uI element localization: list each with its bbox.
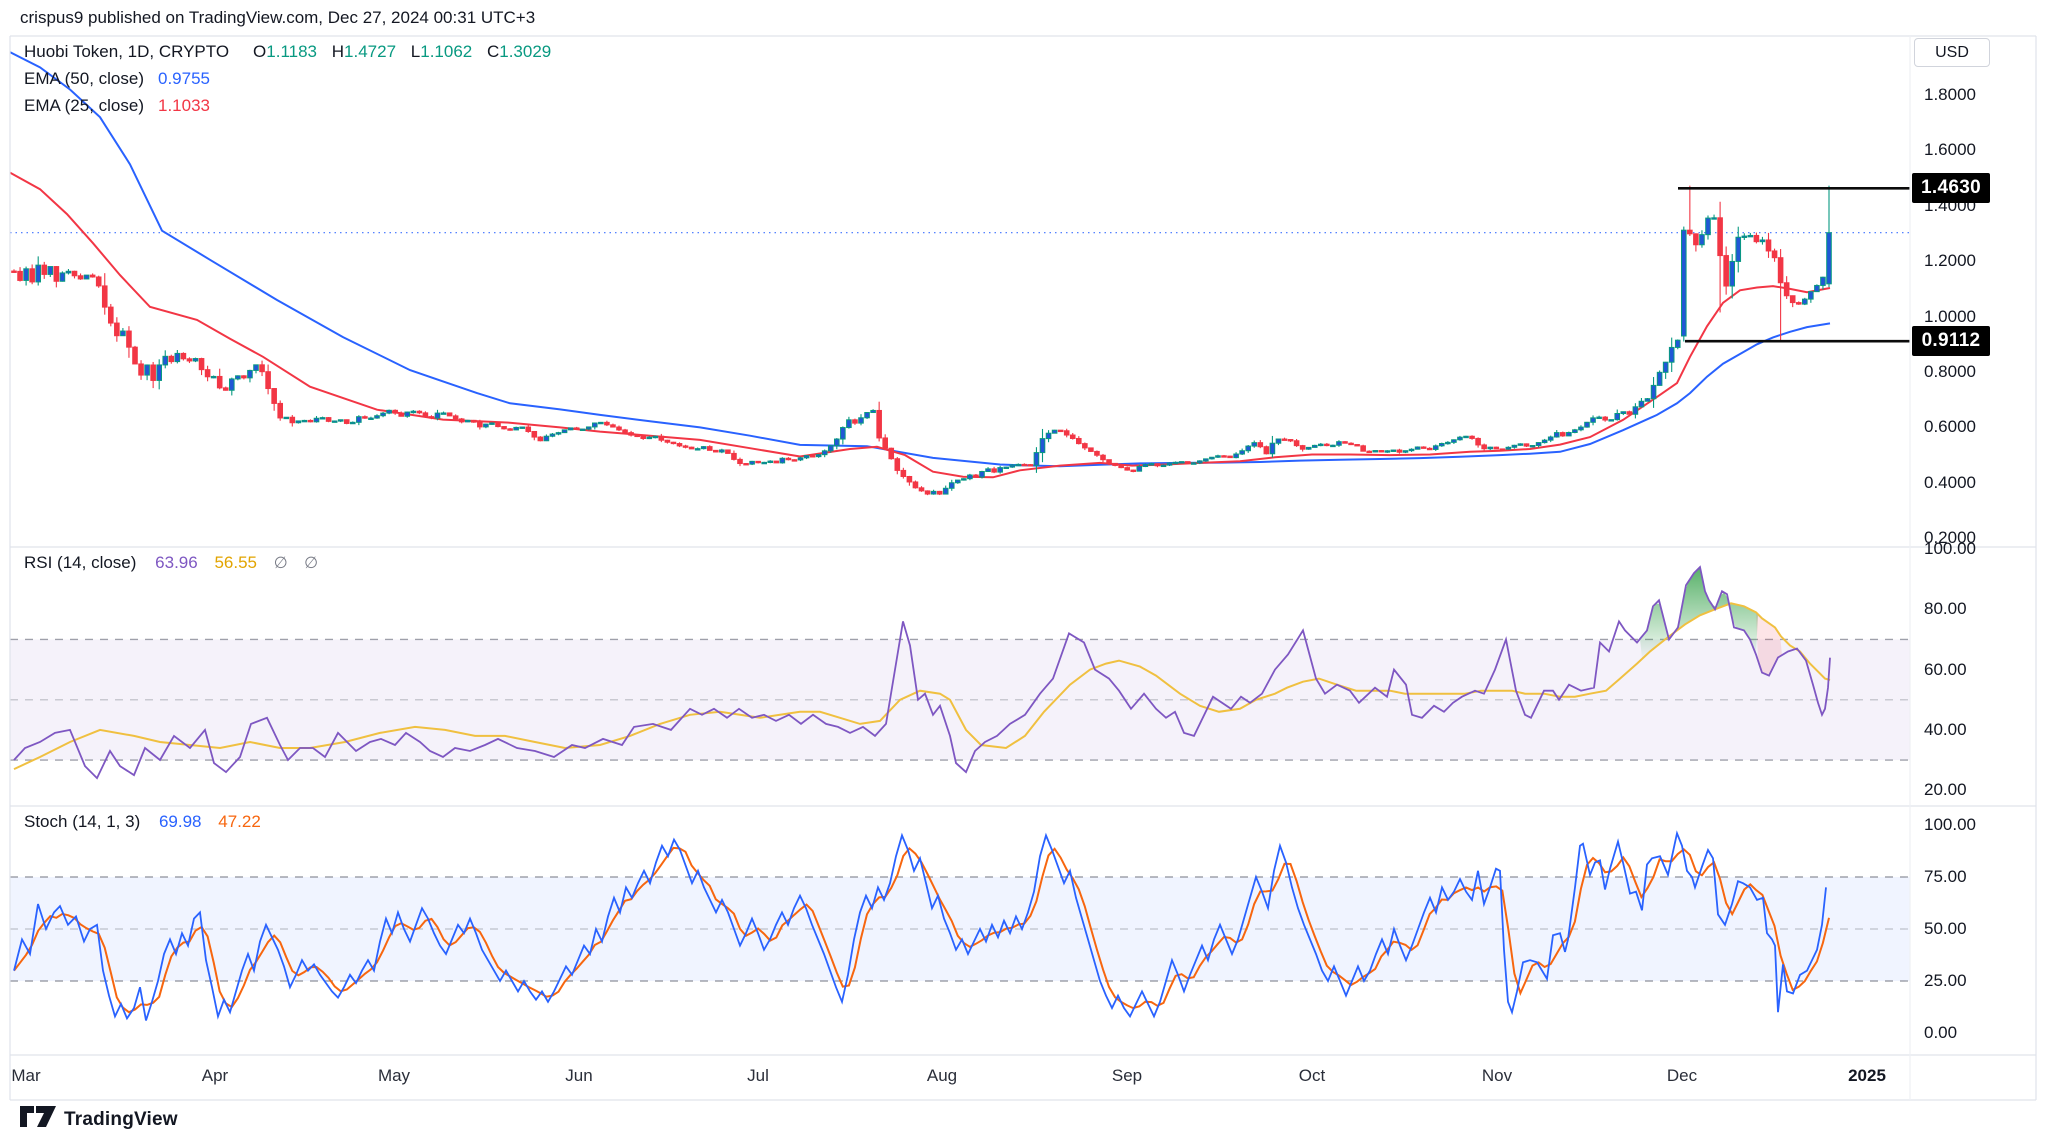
- stoch-axis-label: 0.00: [1924, 1023, 2034, 1043]
- open-value: 1.1183: [266, 42, 317, 61]
- stoch-axis-label: 50.00: [1924, 919, 2034, 939]
- tradingview-logo-icon: [20, 1106, 56, 1133]
- rsi-axis-label: 80.00: [1924, 599, 2034, 619]
- time-axis-label: 2025: [1848, 1066, 1886, 1086]
- ema50-value: 0.9755: [158, 69, 210, 89]
- support-price-badge[interactable]: 0.9112: [1912, 326, 1990, 356]
- ema50-legend-row[interactable]: EMA (50, close) 0.9755: [24, 69, 551, 89]
- close-label: C: [487, 42, 499, 61]
- stoch-d-value: 47.22: [218, 812, 261, 831]
- time-axis-label: Apr: [202, 1066, 228, 1086]
- rsi-axis-label: 20.00: [1924, 780, 2034, 800]
- high-label: H: [332, 42, 344, 61]
- time-axis-label: Aug: [927, 1066, 957, 1086]
- time-axis-label: Dec: [1667, 1066, 1697, 1086]
- high-value: 1.4727: [344, 42, 396, 61]
- tradingview-brand-text: TradingView: [64, 1109, 178, 1131]
- rsi-hidden-band-icons: ∅ ∅: [274, 555, 324, 572]
- rsi-legend-row[interactable]: RSI (14, close) 63.96 56.55 ∅ ∅: [24, 553, 324, 573]
- rsi-axis-label: 100.00: [1924, 539, 2034, 559]
- stoch-k-value: 69.98: [159, 812, 202, 831]
- stoch-label[interactable]: Stoch (14, 1, 3): [24, 812, 140, 831]
- ema25-label[interactable]: EMA (25, close): [24, 96, 144, 116]
- price-axis-label: 0.6000: [1924, 417, 2034, 437]
- open-label: O: [253, 42, 266, 61]
- resistance-price-badge[interactable]: 1.4630: [1912, 173, 1990, 203]
- time-axis-label: Sep: [1112, 1066, 1142, 1086]
- ema25-value: 1.1033: [158, 96, 210, 116]
- tradingview-footer-link[interactable]: TradingView: [20, 1106, 178, 1133]
- stoch-axis-label: 25.00: [1924, 971, 2034, 991]
- symbol-legend-row[interactable]: Huobi Token, 1D, CRYPTO O1.1183 H1.4727 …: [24, 42, 551, 62]
- price-axis-label: 1.0000: [1924, 307, 2034, 327]
- low-value: 1.1062: [420, 42, 472, 61]
- price-axis-label: 1.6000: [1924, 140, 2034, 160]
- rsi-value: 63.96: [155, 553, 198, 572]
- time-axis-label: Jun: [565, 1066, 592, 1086]
- stoch-legend-row[interactable]: Stoch (14, 1, 3) 69.98 47.22: [24, 812, 261, 832]
- stoch-axis-label: 100.00: [1924, 815, 2034, 835]
- price-axis-label: 1.8000: [1924, 85, 2034, 105]
- stoch-axis-label: 75.00: [1924, 867, 2034, 887]
- time-axis-label: Jul: [747, 1066, 769, 1086]
- time-axis-label: Oct: [1299, 1066, 1325, 1086]
- ema50-label[interactable]: EMA (50, close): [24, 69, 144, 89]
- currency-toggle-button[interactable]: USD: [1914, 38, 1990, 67]
- ema25-legend-row[interactable]: EMA (25, close) 1.1033: [24, 96, 551, 116]
- rsi-ma-value: 56.55: [214, 553, 257, 572]
- price-axis-label: 1.2000: [1924, 251, 2034, 271]
- rsi-axis-label: 60.00: [1924, 660, 2034, 680]
- rsi-axis-label: 40.00: [1924, 720, 2034, 740]
- price-axis-label: 0.8000: [1924, 362, 2034, 382]
- rsi-label[interactable]: RSI (14, close): [24, 553, 136, 572]
- time-axis-label: Mar: [11, 1066, 40, 1086]
- tradingview-chart-screenshot: crispus9 published on TradingView.com, D…: [0, 0, 2048, 1136]
- close-value: 1.3029: [499, 42, 551, 61]
- time-axis-label: Nov: [1482, 1066, 1512, 1086]
- symbol-title[interactable]: Huobi Token, 1D, CRYPTO: [24, 42, 229, 62]
- low-label: L: [411, 42, 420, 61]
- price-axis-label: 0.4000: [1924, 473, 2034, 493]
- time-axis-label: May: [378, 1066, 410, 1086]
- main-legend: Huobi Token, 1D, CRYPTO O1.1183 H1.4727 …: [24, 42, 551, 123]
